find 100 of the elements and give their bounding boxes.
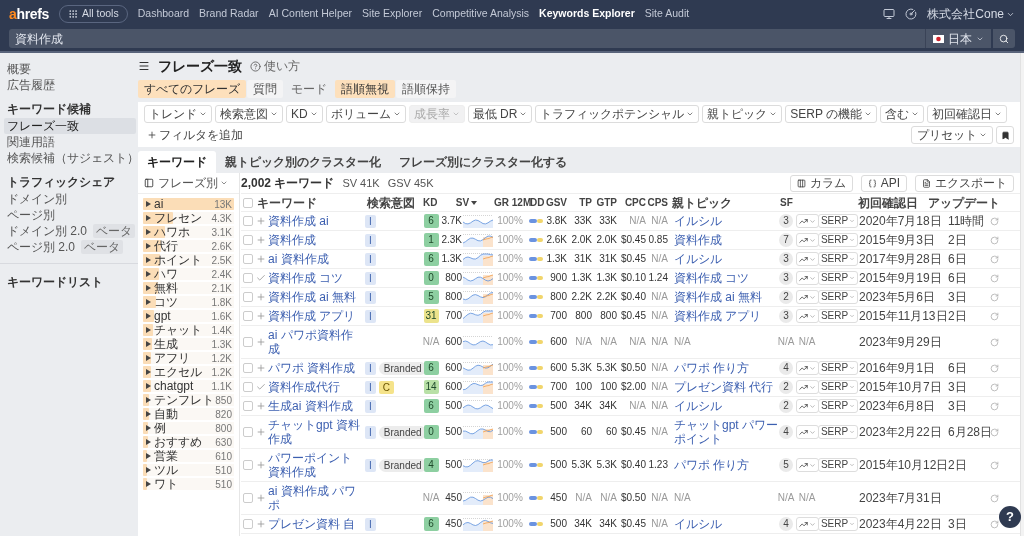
expand-icon[interactable] bbox=[146, 467, 151, 473]
plus-icon[interactable] bbox=[256, 311, 266, 321]
parent-topic-link[interactable]: プレゼン資料 代行 bbox=[674, 380, 778, 394]
filter-dropdown[interactable]: 検索意図 bbox=[215, 105, 283, 123]
filter-dropdown[interactable]: ボリューム bbox=[325, 105, 406, 123]
check-icon[interactable] bbox=[256, 382, 266, 392]
refresh-icon[interactable] bbox=[990, 363, 999, 373]
parent-topic-link[interactable]: イルシル bbox=[674, 252, 778, 266]
toolbar-button[interactable]: エクスポート bbox=[915, 174, 1014, 192]
row-checkbox[interactable] bbox=[243, 235, 253, 245]
sidebar-item[interactable]: 概要 bbox=[4, 61, 136, 77]
parent-topic-link[interactable]: 資料作成 ai 無料 bbox=[674, 290, 778, 304]
filter-dropdown[interactable]: トレンド bbox=[144, 105, 212, 123]
trend-chart-button[interactable] bbox=[795, 361, 819, 375]
column-header[interactable]: 検索意図 bbox=[367, 193, 415, 212]
nav-link[interactable]: Brand Radar bbox=[199, 6, 259, 22]
phrase-label[interactable]: ツル bbox=[154, 463, 216, 477]
refresh-icon[interactable] bbox=[990, 216, 999, 226]
expand-icon[interactable] bbox=[146, 285, 151, 291]
column-header[interactable]: CPS bbox=[647, 195, 668, 210]
parent-topic-link[interactable]: イルシル bbox=[674, 517, 778, 531]
phrase-label[interactable]: コツ bbox=[154, 295, 212, 309]
row-checkbox[interactable] bbox=[243, 337, 253, 347]
group-by-dropdown[interactable]: フレーズ別 bbox=[158, 174, 228, 192]
plus-icon[interactable] bbox=[256, 401, 266, 411]
phrase-label[interactable]: 営業 bbox=[154, 449, 216, 463]
filter-dropdown[interactable]: トラフィックポテンシャル bbox=[535, 105, 700, 123]
refresh-icon[interactable] bbox=[990, 337, 999, 347]
select-all-checkbox[interactable] bbox=[243, 197, 253, 208]
monitor-icon[interactable] bbox=[883, 8, 896, 20]
trend-chart-button[interactable] bbox=[795, 458, 819, 472]
serp-button[interactable]: SERP bbox=[817, 290, 859, 304]
phrase-label[interactable]: フレセン bbox=[154, 211, 212, 225]
phrase-label[interactable]: テンフレト bbox=[154, 393, 216, 407]
expand-icon[interactable] bbox=[146, 355, 151, 361]
nav-link[interactable]: Competitive Analysis bbox=[432, 6, 530, 22]
keyword-link[interactable]: ai 資料作成 bbox=[268, 252, 363, 266]
order-toggle[interactable]: 語順保持 bbox=[396, 79, 456, 98]
phrase-label[interactable]: ai bbox=[154, 197, 215, 211]
row-checkbox[interactable] bbox=[243, 427, 253, 437]
refresh-icon[interactable] bbox=[990, 519, 999, 529]
serp-button[interactable]: SERP bbox=[817, 399, 859, 413]
search-button[interactable] bbox=[993, 29, 1015, 48]
check-icon[interactable] bbox=[256, 273, 266, 283]
refresh-icon[interactable] bbox=[990, 401, 999, 411]
filter-dropdown[interactable]: KD bbox=[286, 105, 323, 123]
plus-icon[interactable] bbox=[256, 292, 266, 302]
parent-topic-link[interactable]: 資料作成 アプリ bbox=[674, 309, 778, 323]
parent-topic-link[interactable]: イルシル bbox=[674, 214, 778, 228]
keyword-link[interactable]: 資料作成 bbox=[268, 233, 363, 247]
filter-dropdown[interactable]: 親トピック bbox=[702, 105, 783, 123]
menu-icon[interactable] bbox=[138, 60, 150, 72]
phrase-label[interactable]: アフリ bbox=[154, 351, 212, 365]
preset-dropdown[interactable]: プリセット bbox=[911, 126, 993, 144]
keyword-link[interactable]: 資料作成 ai 無料 bbox=[268, 290, 363, 304]
phrase-label[interactable]: ハワ bbox=[154, 267, 212, 281]
column-header[interactable]: GSV bbox=[545, 195, 567, 210]
parent-topic-link[interactable]: パワポ 作り方 bbox=[674, 361, 778, 375]
trend-chart-button[interactable] bbox=[795, 271, 819, 285]
serp-button[interactable]: SERP bbox=[817, 271, 859, 285]
keyword-link[interactable]: パワポ 資料作成 bbox=[268, 361, 363, 375]
refresh-icon[interactable] bbox=[990, 254, 999, 264]
phrase-label[interactable]: 生成 bbox=[154, 337, 212, 351]
view-tab[interactable]: 親トピック別のクラスター化 bbox=[216, 151, 390, 173]
country-select[interactable]: 日本 bbox=[925, 29, 991, 48]
sidebar-item[interactable]: ページ別 bbox=[4, 207, 58, 223]
parent-topic-link[interactable]: イルシル bbox=[674, 399, 778, 413]
nav-link[interactable]: Keywords Explorer bbox=[539, 6, 635, 22]
trend-chart-button[interactable] bbox=[795, 425, 819, 439]
order-toggle[interactable]: 語順無視 bbox=[335, 79, 395, 98]
plus-icon[interactable] bbox=[256, 460, 266, 470]
row-checkbox[interactable] bbox=[243, 254, 253, 264]
row-checkbox[interactable] bbox=[243, 460, 253, 470]
column-header[interactable]: SV bbox=[455, 195, 478, 210]
column-header[interactable]: TP bbox=[579, 195, 592, 210]
keyword-link[interactable]: 資料作成 ai bbox=[268, 214, 363, 228]
keyword-search-field[interactable]: 資料作成 bbox=[9, 29, 925, 48]
phrase-label[interactable]: gpt bbox=[154, 309, 212, 323]
keyword-link[interactable]: 資料作成 コツ bbox=[268, 271, 363, 285]
sidebar-item[interactable]: 関連用語 bbox=[4, 134, 58, 150]
add-filter-button[interactable]: フィルタを追加 bbox=[144, 126, 246, 144]
refresh-icon[interactable] bbox=[990, 427, 999, 437]
sidebar-item[interactable]: 広告履歴 bbox=[4, 77, 136, 93]
serp-button[interactable]: SERP bbox=[817, 425, 859, 439]
column-header[interactable]: GTP bbox=[596, 195, 617, 210]
row-checkbox[interactable] bbox=[243, 363, 253, 373]
phrase-label[interactable]: 無料 bbox=[154, 281, 212, 295]
column-header[interactable]: 初回確認日 bbox=[858, 193, 918, 212]
filter-dropdown[interactable]: SERP の機能 bbox=[785, 105, 878, 123]
plus-icon[interactable] bbox=[256, 363, 266, 373]
match-toggle[interactable]: 質問 bbox=[247, 79, 283, 98]
keyword-link[interactable]: 資料作成代行 bbox=[268, 380, 363, 394]
phrase-label[interactable]: おすすめ bbox=[154, 435, 216, 449]
serp-button[interactable]: SERP bbox=[817, 517, 859, 531]
column-header[interactable]: SF bbox=[780, 195, 793, 210]
phrase-label[interactable]: エクセル bbox=[154, 365, 212, 379]
expand-icon[interactable] bbox=[146, 369, 151, 375]
expand-icon[interactable] bbox=[146, 243, 151, 249]
serp-button[interactable]: SERP bbox=[817, 380, 859, 394]
plus-icon[interactable] bbox=[256, 519, 266, 529]
